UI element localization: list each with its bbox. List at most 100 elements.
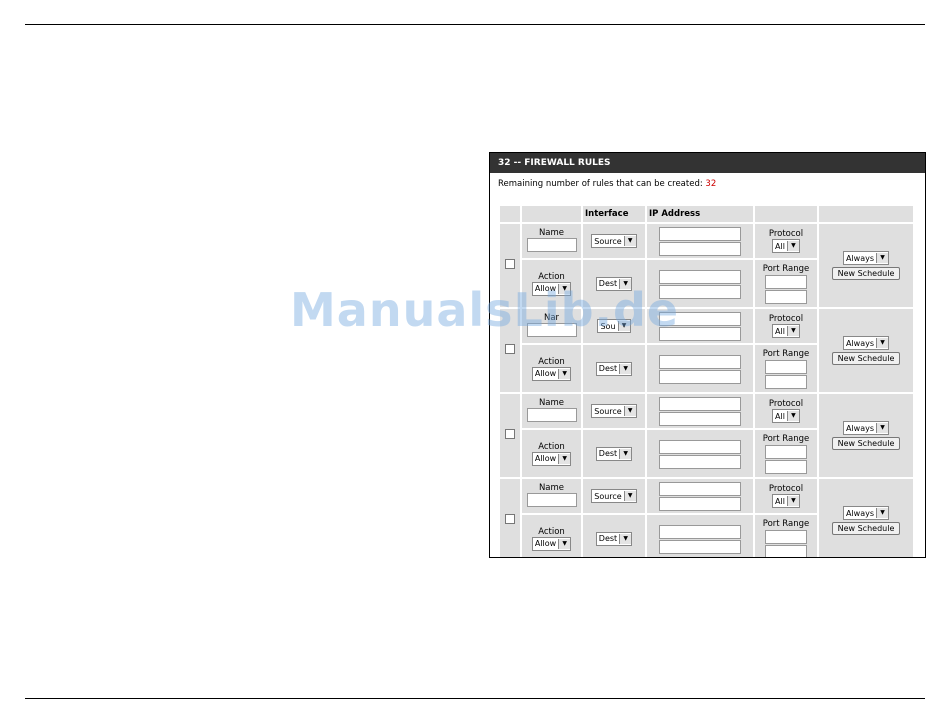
name-input[interactable] (526, 407, 577, 422)
action-label: Action (538, 441, 565, 452)
chevron-down-icon: ▼ (876, 508, 889, 518)
chevron-down-icon: ▼ (623, 236, 636, 246)
table-row: Name Source ▼ Protocol All ▼ Always ▼ New S… (500, 479, 913, 557)
source-ip-start-input[interactable] (659, 397, 741, 411)
new-schedule-button[interactable]: New Schedule (831, 437, 901, 450)
port-start-input[interactable] (765, 444, 807, 459)
source-ip-start-input[interactable] (659, 482, 741, 496)
new-schedule-button[interactable]: New Schedule (831, 352, 901, 365)
remaining-label: Remaining number of rules that can be cr… (498, 179, 703, 189)
protocol-select[interactable]: All ▼ (772, 239, 800, 253)
port-end-input[interactable] (765, 544, 807, 557)
dest-ip-cell (647, 515, 753, 557)
schedule-cell: Always ▼ New Schedule (819, 394, 913, 477)
source-interface-select[interactable]: Source ▼ (591, 234, 637, 248)
dest-interface-select[interactable]: Dest ▼ (595, 361, 633, 376)
port-end-input[interactable] (765, 289, 807, 304)
panel-title: 32 -- FIREWALL RULES (490, 153, 925, 173)
source-ip-start-input[interactable] (659, 227, 741, 241)
name-cell: Name (522, 224, 581, 258)
table-row: Name Source ▼ Protocol All ▼ Always ▼ New S… (500, 394, 913, 477)
chevron-down-icon: ▼ (786, 411, 799, 421)
chevron-down-icon: ▼ (623, 491, 636, 501)
chevron-down-icon: ▼ (558, 538, 571, 549)
new-schedule-button[interactable]: New Schedule (831, 267, 901, 280)
dest-ip-end-input[interactable] (659, 454, 741, 469)
port-range-label: Port Range (762, 263, 810, 274)
source-interface-select[interactable]: Source ▼ (591, 404, 637, 418)
action-label: Action (538, 271, 565, 282)
table-row: Name Source ▼ Protocol All ▼ Always ▼ New S… (500, 224, 913, 307)
name-label: Name (538, 227, 565, 238)
port-start-input[interactable] (765, 529, 807, 544)
protocol-cell: Protocol All ▼ (755, 479, 817, 513)
chevron-down-icon: ▼ (619, 363, 632, 374)
name-input[interactable] (526, 492, 577, 507)
action-label: Action (538, 356, 565, 367)
chevron-down-icon: ▼ (876, 338, 889, 348)
action-cell: Action Allow ▼ (522, 345, 581, 392)
port-range-cell: Port Range (755, 345, 817, 392)
table-header-row: Interface IP Address (500, 206, 913, 222)
name-label: Name (538, 482, 565, 493)
dest-ip-start-input[interactable] (659, 354, 741, 369)
source-interface-select[interactable]: Source ▼ (591, 489, 637, 503)
dest-interface-select[interactable]: Dest ▼ (595, 531, 633, 546)
source-ip-end-input[interactable] (659, 412, 741, 426)
new-schedule-button[interactable]: New Schedule (831, 522, 901, 535)
port-start-input[interactable] (765, 359, 807, 374)
name-cell: Name (522, 394, 581, 428)
chevron-down-icon: ▼ (876, 423, 889, 433)
action-select[interactable]: Allow ▼ (531, 366, 572, 381)
header-blank (755, 206, 817, 222)
dest-ip-start-input[interactable] (659, 439, 741, 454)
dest-ip-end-input[interactable] (659, 539, 741, 554)
dest-ip-start-input[interactable] (659, 269, 741, 284)
dest-ip-end-input[interactable] (659, 369, 741, 384)
protocol-cell: Protocol All ▼ (755, 309, 817, 343)
rule-enable-cell (500, 394, 520, 477)
header-interface: Interface (583, 206, 645, 222)
schedule-cell: Always ▼ New Schedule (819, 224, 913, 307)
chevron-down-icon: ▼ (786, 241, 799, 251)
dest-cell: Dest ▼ (583, 430, 645, 477)
port-start-input[interactable] (765, 274, 807, 289)
dest-interface-select[interactable]: Dest ▼ (595, 446, 633, 461)
port-range-label: Port Range (762, 348, 810, 359)
action-select[interactable]: Allow ▼ (531, 451, 572, 466)
protocol-label: Protocol (768, 314, 804, 324)
rule-enable-checkbox[interactable] (505, 259, 515, 269)
rule-enable-checkbox[interactable] (505, 344, 515, 354)
schedule-select[interactable]: Always ▼ (842, 336, 890, 350)
source-ip-cell (647, 224, 753, 258)
top-divider (25, 24, 925, 25)
port-range-cell: Port Range (755, 430, 817, 477)
name-label: Name (538, 397, 565, 408)
source-cell: Source ▼ (583, 394, 645, 428)
name-cell: Name (522, 479, 581, 513)
watermark: ManualsLib.de (290, 283, 680, 337)
rule-enable-checkbox[interactable] (505, 514, 515, 524)
source-ip-cell (647, 479, 753, 513)
port-range-label: Port Range (762, 518, 810, 529)
port-end-input[interactable] (765, 374, 807, 389)
port-end-input[interactable] (765, 459, 807, 474)
bottom-divider (25, 698, 925, 699)
port-range-cell: Port Range (755, 260, 817, 307)
schedule-select[interactable]: Always ▼ (842, 251, 890, 265)
source-ip-end-input[interactable] (659, 242, 741, 256)
action-select[interactable]: Allow ▼ (531, 536, 572, 551)
schedule-select[interactable]: Always ▼ (842, 421, 890, 435)
rule-enable-checkbox[interactable] (505, 429, 515, 439)
source-cell: Source ▼ (583, 224, 645, 258)
name-input[interactable] (526, 237, 577, 252)
header-blank (522, 206, 581, 222)
source-ip-end-input[interactable] (659, 497, 741, 511)
protocol-select[interactable]: All ▼ (772, 324, 800, 338)
protocol-select[interactable]: All ▼ (772, 409, 800, 423)
schedule-cell: Always ▼ New Schedule (819, 309, 913, 392)
schedule-select[interactable]: Always ▼ (842, 506, 890, 520)
dest-ip-start-input[interactable] (659, 524, 741, 539)
action-label: Action (538, 526, 565, 537)
protocol-select[interactable]: All ▼ (772, 494, 800, 508)
